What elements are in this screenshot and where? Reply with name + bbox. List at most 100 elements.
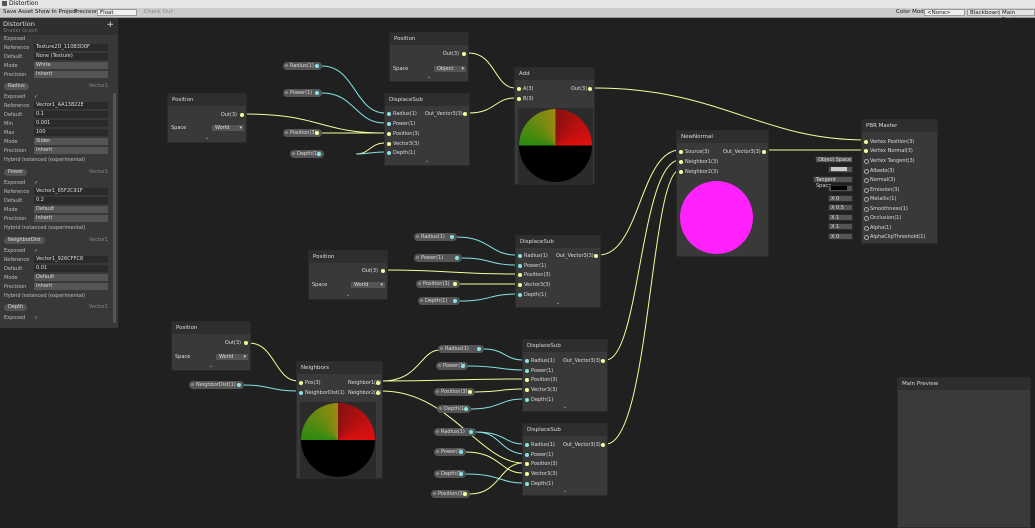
output-port[interactable] [317, 152, 321, 156]
output-port[interactable] [477, 347, 481, 351]
depth-property-node[interactable]: Depth(1) [434, 470, 466, 478]
position-node[interactable]: Position Out(3) Space World ⌄ [167, 93, 247, 143]
precision-dropdown[interactable]: Inherit [34, 283, 108, 290]
displacesub-node[interactable]: DisplaceSub Radius(1) Power(1) Position(… [384, 93, 470, 166]
position-node[interactable]: Position Out(3) Space Object ⌄ [389, 32, 469, 82]
output-port[interactable] [762, 150, 766, 154]
output-port[interactable] [237, 383, 241, 387]
input-port[interactable] [387, 112, 391, 116]
exposed-checkbox[interactable]: ✓ [34, 314, 38, 322]
radius-property-node[interactable]: Radius(1) [414, 233, 457, 241]
property-neighbordist[interactable]: NeighborDist Vector1 [4, 236, 108, 245]
output-port[interactable] [469, 430, 473, 434]
collapse-chevron-icon[interactable]: ⌄ [516, 300, 600, 306]
radius-property-node[interactable]: Radius(1) [283, 62, 322, 70]
property-radius[interactable]: Radius Vector1 [4, 82, 108, 91]
check-out-button[interactable]: Check Out [142, 9, 175, 16]
space-dropdown[interactable]: Object [434, 66, 466, 72]
input-port[interactable] [525, 359, 529, 363]
output-port[interactable] [462, 52, 466, 56]
input-port[interactable] [864, 178, 869, 183]
input-port[interactable] [299, 381, 303, 385]
displacesub-node[interactable]: DisplaceSub Radius(1) Power(1) Position(… [522, 423, 608, 496]
output-port[interactable] [240, 113, 244, 117]
position-property-node[interactable]: Position(3) [283, 129, 322, 137]
input-port[interactable] [525, 462, 529, 466]
input-port[interactable] [525, 378, 529, 382]
pbr-master-node[interactable]: PBR Master Vertex Position(3) Vertex Nor… [861, 119, 938, 244]
output-port[interactable] [315, 131, 319, 135]
input-port[interactable] [864, 207, 869, 212]
input-port[interactable] [525, 369, 529, 373]
input-port[interactable] [525, 443, 529, 447]
position-property-node[interactable]: Position(3) [416, 280, 460, 288]
precision-dropdown[interactable]: Inherit [34, 71, 108, 78]
space-dropdown[interactable]: World [216, 354, 248, 360]
collapse-chevron-icon[interactable]: ⌄ [385, 158, 469, 164]
collapse-chevron-icon[interactable]: ⌄ [523, 488, 607, 494]
input-port[interactable] [299, 391, 303, 395]
input-port[interactable] [387, 122, 391, 126]
output-port[interactable] [455, 256, 459, 260]
output-port[interactable] [376, 381, 380, 385]
mode-dropdown[interactable]: Default [34, 274, 108, 281]
output-port[interactable] [459, 472, 463, 476]
collapse-chevron-icon[interactable]: ⌄ [309, 292, 387, 298]
depth-property-node[interactable]: Depth(1) [437, 405, 471, 413]
min-field[interactable]: 0.001 [34, 120, 108, 127]
property-pill[interactable]: NeighborDist [4, 237, 45, 244]
power-property-node[interactable]: Power(1) [434, 448, 466, 456]
input-port[interactable] [387, 132, 391, 136]
input-port[interactable] [864, 216, 869, 221]
radius-property-node[interactable]: Radius(1) [434, 428, 476, 436]
input-port[interactable] [525, 453, 529, 457]
space-dropdown[interactable]: World [212, 125, 244, 131]
mode-dropdown[interactable]: Slider [34, 138, 108, 145]
position-node[interactable]: Position Out(3) Space World ⌄ [171, 321, 251, 371]
property-depth[interactable]: Depth Vector1 [4, 303, 108, 312]
power-property-node[interactable]: Power(1) [414, 254, 462, 262]
collapse-chevron-icon[interactable]: ⌄ [523, 404, 607, 410]
vertex-tangent-space-field[interactable]: Object Space [815, 156, 853, 163]
input-port[interactable] [864, 159, 869, 164]
alpha-field[interactable]: X 1 [828, 223, 853, 230]
output-port[interactable] [453, 282, 457, 286]
main-preview-toggle-button[interactable]: Main Preview [999, 9, 1035, 23]
output-port[interactable] [459, 450, 463, 454]
input-port[interactable] [525, 398, 529, 402]
input-port[interactable] [864, 149, 868, 153]
max-field[interactable]: 100 [34, 129, 108, 136]
collapse-chevron-icon[interactable]: ⌄ [390, 74, 468, 80]
input-port[interactable] [518, 254, 522, 258]
exposed-checkbox[interactable]: ✓ [34, 93, 38, 101]
input-port[interactable] [387, 142, 391, 146]
color-mode-dropdown[interactable]: <None> [924, 9, 965, 16]
output-port[interactable] [463, 112, 467, 116]
metallic-field[interactable]: X 0 [828, 195, 853, 202]
input-port[interactable] [679, 150, 683, 154]
precision-dropdown[interactable]: Inherit [34, 147, 108, 154]
output-port[interactable] [463, 492, 467, 496]
occlusion-field[interactable]: X 1 [828, 214, 853, 221]
mode-dropdown[interactable]: Default [34, 206, 108, 213]
newnormal-node[interactable]: NewNormal Source(3) Neighbor1(3) Neighbo… [676, 130, 769, 257]
input-port[interactable] [679, 160, 683, 164]
power-property-node[interactable]: Power(1) [283, 89, 322, 97]
hybrid-instanced-toggle[interactable]: Hybrid Instanced (experimental) [4, 156, 108, 164]
input-port[interactable] [387, 151, 391, 155]
input-port[interactable] [864, 226, 869, 231]
neighbordist-property-node[interactable]: NeighborDist(1) [189, 381, 244, 389]
normal-space-field[interactable]: Tangent Space [813, 176, 853, 189]
precision-dropdown[interactable]: Float [97, 9, 137, 16]
power-property-node[interactable]: Power(1) [436, 362, 468, 370]
displacesub-node[interactable]: DisplaceSub Radius(1) Power(1) Position(… [522, 339, 608, 412]
depth-property-node[interactable]: Depth(1) [290, 150, 324, 158]
hybrid-instanced-toggle[interactable]: Hybrid Instanced (experimental) [4, 292, 108, 300]
property-pill[interactable]: Depth [4, 304, 28, 311]
collapse-chevron-icon[interactable]: ⌄ [172, 363, 250, 369]
output-port[interactable] [464, 407, 468, 411]
output-port[interactable] [601, 443, 605, 447]
alpha-clip-field[interactable]: X 0 [828, 233, 853, 240]
input-port[interactable] [864, 197, 869, 202]
input-port[interactable] [525, 472, 529, 476]
